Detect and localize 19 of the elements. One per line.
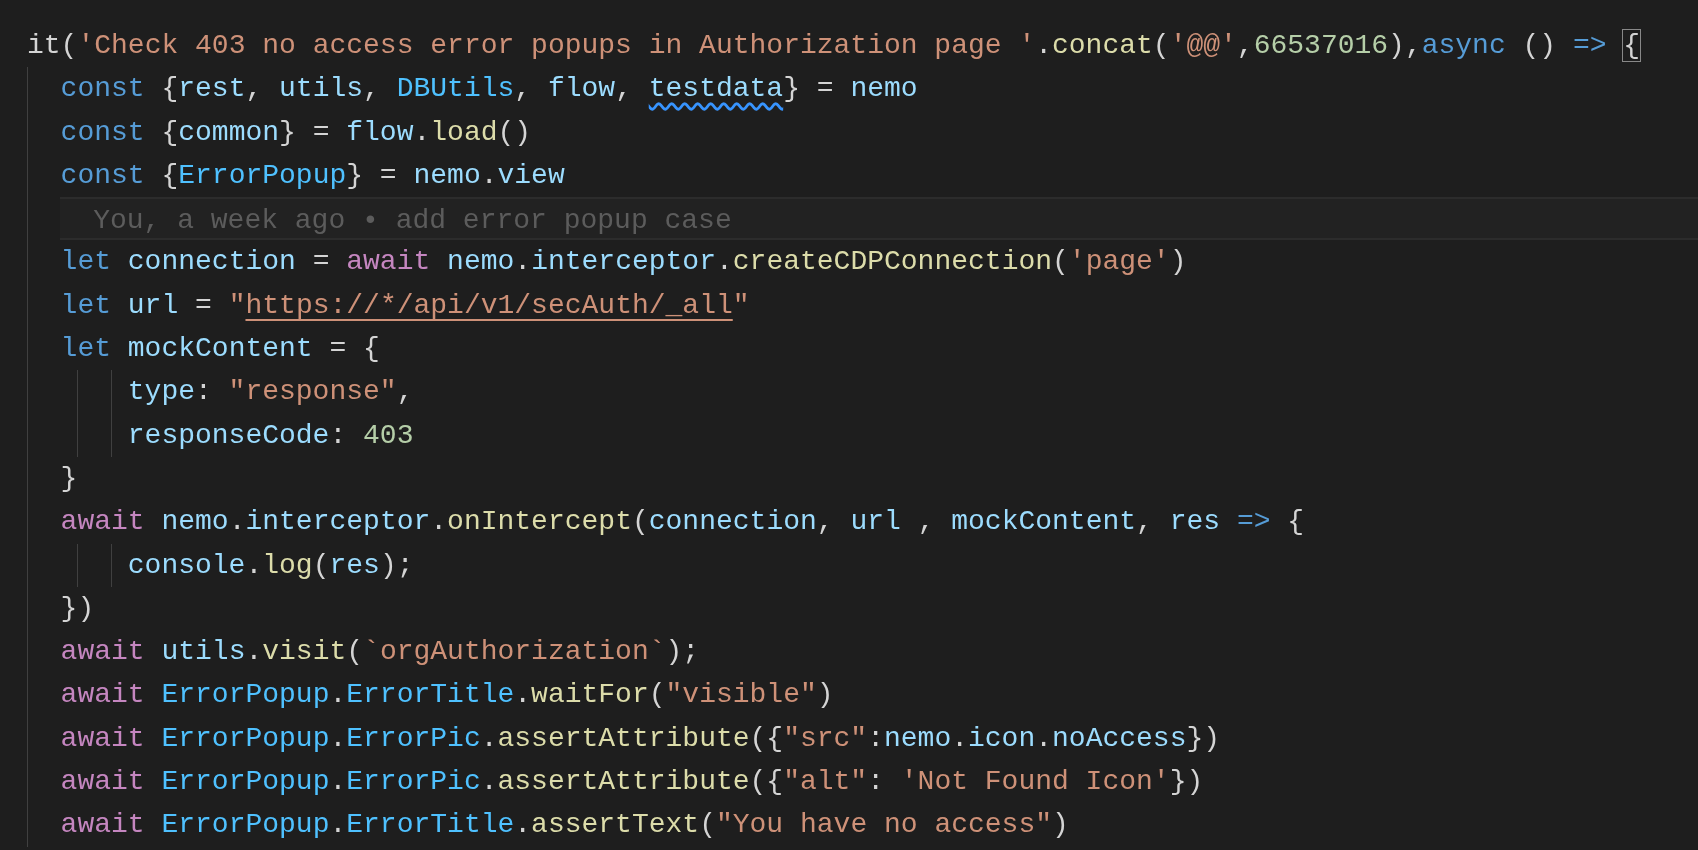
code-line: let url = "https://*/api/v1/secAuth/_all" bbox=[60, 288, 751, 323]
code-line: await ErrorPopup.ErrorPic.assertAttribute({"alt": 'Not Found Icon'}) bbox=[60, 765, 1205, 800]
code-line: const {common} = flow.load() bbox=[60, 115, 533, 150]
code-line: await nemo.interceptor.onIntercept(connection, url , mockContent, res => { bbox=[60, 505, 1306, 540]
code-line: it('Check 403 no access error popups in Authorization page '.concat('@@',66537016),async () => { bbox=[27, 29, 1642, 63]
code-line: const {ErrorPopup} = nemo.view bbox=[60, 158, 566, 193]
code-line: await ErrorPopup.ErrorTitle.waitFor("visible") bbox=[60, 678, 835, 713]
code-line: type: "response", bbox=[127, 375, 415, 410]
code-line: await utils.visit(`orgAuthorization`); bbox=[60, 635, 701, 670]
code-line: await ErrorPopup.ErrorTitle.assertText("You have no access") bbox=[60, 808, 1070, 843]
blame-annotation: You, a week ago • add error popup case bbox=[59, 197, 1698, 241]
code-line: console.log(res); bbox=[127, 548, 415, 583]
code-line: let mockContent = { bbox=[60, 332, 381, 367]
code-line: } bbox=[60, 461, 79, 496]
code-line: }) bbox=[60, 591, 96, 626]
code-line: const {rest, utils, DBUtils, flow, testdata} = nemo bbox=[60, 72, 919, 107]
code-line: responseCode: 403 bbox=[127, 418, 415, 453]
code-line: let connection = await nemo.interceptor.createCDPConnection('page') bbox=[60, 245, 1188, 280]
code-line: await ErrorPopup.ErrorPic.assertAttribute({"src":nemo.icon.noAccess}) bbox=[60, 721, 1222, 756]
